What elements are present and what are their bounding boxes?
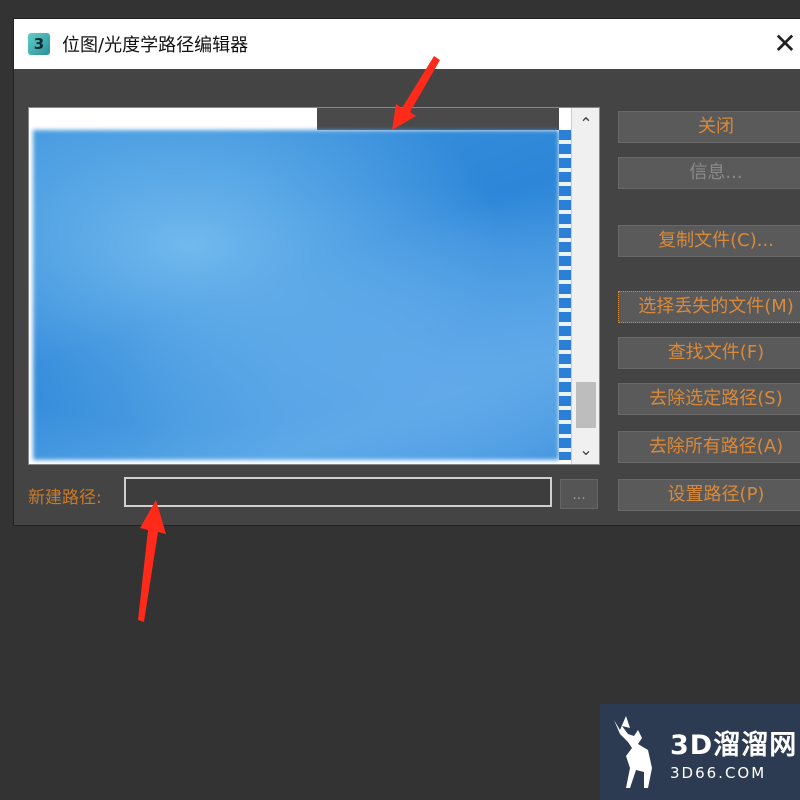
- find-files-button[interactable]: 查找文件(F): [618, 337, 800, 369]
- deer-logo-icon: [614, 716, 652, 788]
- close-button[interactable]: 关闭: [618, 111, 800, 143]
- scroll-down-icon[interactable]: ⌄: [572, 438, 599, 462]
- file-path-list[interactable]: ⌃ ⌄: [28, 107, 600, 465]
- new-path-label: 新建路径:: [28, 488, 102, 508]
- select-missing-files-button[interactable]: 选择丢失的文件(M): [618, 291, 800, 323]
- list-scrollbar[interactable]: ⌃ ⌄: [571, 108, 599, 464]
- 3dsmax-app-icon: 3: [28, 33, 50, 55]
- strip-all-paths-button[interactable]: 去除所有路径(A): [618, 431, 800, 463]
- annotation-arrow-bottom: [138, 500, 166, 622]
- strip-selected-paths-button[interactable]: 去除选定路径(S): [618, 383, 800, 415]
- watermark-text: 3D溜溜网 3D66.COM: [670, 723, 797, 782]
- watermark-sub-text: 3D66.COM: [670, 763, 767, 782]
- annotation-arrow-top: [392, 56, 440, 130]
- blurred-file-entries[interactable]: [33, 130, 559, 460]
- scroll-thumb[interactable]: [576, 382, 596, 428]
- set-path-button[interactable]: 设置路径(P): [618, 479, 800, 511]
- scroll-up-icon[interactable]: ⌃: [572, 112, 599, 136]
- copy-files-button[interactable]: 复制文件(C)...: [618, 225, 800, 257]
- watermark-3d66: 3D溜溜网 3D66.COM: [600, 704, 800, 800]
- close-icon[interactable]: ✕: [768, 27, 800, 61]
- info-button[interactable]: 信息...: [618, 157, 800, 189]
- new-path-input[interactable]: [124, 477, 552, 507]
- browse-button[interactable]: ...: [560, 479, 598, 509]
- window-title: 位图/光度学路径编辑器: [62, 35, 249, 56]
- watermark-main-text: 3D溜溜网: [670, 729, 798, 761]
- list-entry-edge: [559, 130, 571, 460]
